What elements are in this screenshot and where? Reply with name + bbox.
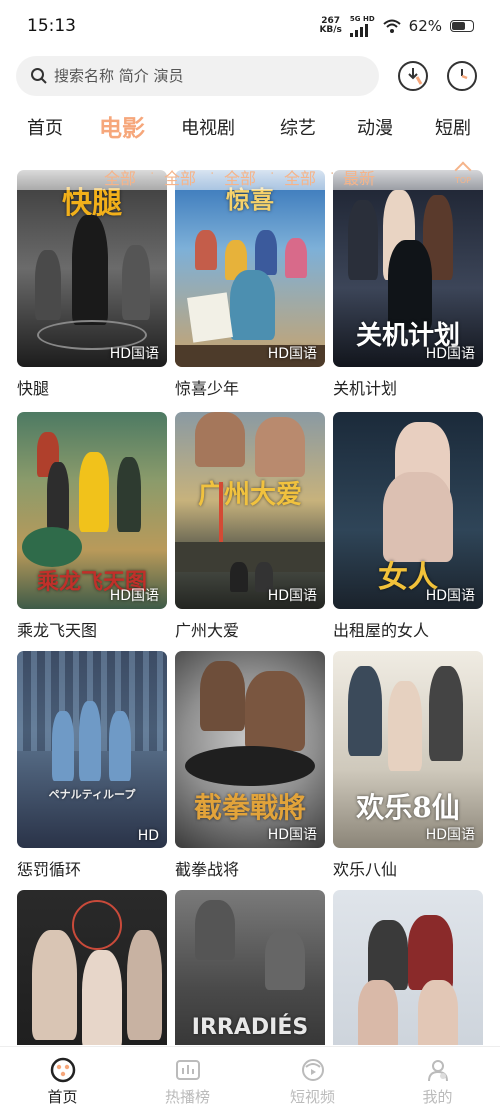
short-video-icon	[300, 1057, 326, 1083]
filter-separator: ·	[330, 166, 335, 182]
movie-poster: 欢乐8仙 HD国语	[333, 651, 483, 848]
bottom-nav-label: 短视频	[289, 1088, 335, 1106]
filter-all-4[interactable]: 全部	[284, 165, 316, 189]
bottom-nav-hot[interactable]: 热播榜	[125, 1047, 250, 1115]
movie-poster: IRRADIÉS	[175, 890, 325, 1045]
movie-card[interactable]: 截拳戰將 HD国语 截拳战将	[175, 651, 325, 880]
bottom-nav-label: 热播榜	[164, 1088, 210, 1106]
wifi-icon	[382, 19, 401, 33]
movie-card[interactable]: 女人 HD国语 出租屋的女人	[333, 412, 483, 641]
quality-badge: HD国语	[267, 827, 317, 843]
poster-title-art: ペナルティループ	[48, 788, 136, 801]
movie-card[interactable]: 乘龙飞天图 HD国语 乘龙飞天图	[17, 412, 167, 641]
movie-title: 乘龙飞天图	[17, 621, 98, 640]
filter-all-3[interactable]: 全部	[224, 165, 256, 189]
chart-icon	[175, 1057, 201, 1083]
poster-title-art: 截拳戰將	[193, 791, 306, 824]
search-icon	[31, 68, 47, 84]
tab-variety[interactable]: 综艺	[280, 114, 316, 140]
poster-title-art: IRRADIÉS	[191, 1015, 309, 1040]
movie-poster	[17, 890, 167, 1045]
movie-poster: 快腿 HD国语	[17, 170, 167, 367]
history-icon[interactable]	[447, 61, 477, 91]
network-speed-unit: KB/s	[319, 25, 342, 35]
movie-card[interactable]: ペナルティループ HD 惩罚循环	[17, 651, 167, 880]
bottom-nav: 首页 热播榜 短视频 我的	[0, 1046, 500, 1115]
movie-title: 惊喜少年	[175, 379, 240, 398]
battery-percent: 62%	[408, 17, 442, 35]
filter-separator: ·	[210, 166, 215, 182]
quality-badge: HD	[137, 828, 159, 844]
signal-icon	[349, 23, 368, 37]
profile-icon	[425, 1057, 451, 1083]
status-time: 15:13	[27, 16, 76, 36]
movie-card[interactable]: 惊喜 HD国语 惊喜少年	[175, 170, 325, 399]
quality-badge: HD国语	[425, 588, 475, 604]
status-bar: 15:13 267 KB/s 5G HD 62%	[0, 0, 500, 52]
movie-card[interactable]: 关机计划 HD国语 关机计划	[333, 170, 483, 399]
poster-title-art: 欢乐8仙	[356, 791, 460, 824]
quality-badge: HD国语	[267, 588, 317, 604]
movie-card[interactable]	[17, 890, 167, 1045]
movie-title: 关机计划	[333, 379, 398, 398]
movie-poster: ペナルティループ HD	[17, 651, 167, 848]
home-icon	[50, 1057, 76, 1083]
tab-short-drama[interactable]: 短剧	[435, 114, 471, 140]
signal-group: 5G HD	[349, 15, 375, 37]
search-row	[16, 55, 486, 97]
movie-grid: 快腿 HD国语 快腿 惊喜 HD国语 惊喜少年 关机计划 HD国语 关机计划 乘…	[0, 170, 500, 1045]
bottom-nav-home[interactable]: 首页	[0, 1047, 125, 1115]
scroll-top-button[interactable]: TOP	[449, 161, 477, 188]
filter-row: 全部 · 全部 · 全部 · 全部 · 最新 TOP	[0, 160, 500, 190]
tab-tv-series[interactable]: 电视剧	[181, 114, 235, 140]
tab-anime[interactable]: 动漫	[357, 114, 393, 140]
network-speed: 267 KB/s	[319, 17, 341, 35]
filter-separator: ·	[270, 166, 275, 182]
filter-all-2[interactable]: 全部	[164, 165, 196, 189]
movie-poster: 广州大爱 HD国语	[175, 412, 325, 609]
movie-title: 欢乐八仙	[333, 860, 398, 879]
movie-poster: 女人 HD国语	[333, 412, 483, 609]
bottom-nav-label: 首页	[47, 1088, 78, 1106]
quality-badge: HD国语	[109, 346, 159, 362]
movie-title: 截拳战将	[175, 860, 240, 879]
bottom-nav-label: 我的	[422, 1088, 453, 1106]
movie-title: 惩罚循环	[17, 860, 82, 879]
search-input[interactable]	[54, 67, 354, 85]
tab-home[interactable]: 首页	[27, 114, 63, 140]
movie-card[interactable]: 欢乐8仙 HD国语 欢乐八仙	[333, 651, 483, 880]
movie-poster: 惊喜 HD国语	[175, 170, 325, 367]
movie-card[interactable]: 广州大爱 HD国语 广州大爱	[175, 412, 325, 641]
quality-badge: HD国语	[267, 346, 317, 362]
movie-poster: 乘龙飞天图 HD国语	[17, 412, 167, 609]
network-label: 5G HD	[349, 15, 375, 23]
movie-card[interactable]: IRRADIÉS	[175, 890, 325, 1045]
bottom-nav-short-video[interactable]: 短视频	[250, 1047, 375, 1115]
movie-title: 快腿	[17, 379, 50, 398]
tab-movies[interactable]: 电影	[99, 109, 145, 143]
poster-title-art: 广州大爱	[197, 480, 302, 510]
movie-poster: 关机计划 HD国语	[333, 170, 483, 367]
movie-card[interactable]	[333, 890, 483, 1045]
movie-card[interactable]: 快腿 HD国语 快腿	[17, 170, 167, 399]
status-indicators: 267 KB/s 5G HD 62%	[319, 15, 474, 37]
quality-badge: HD国语	[425, 827, 475, 843]
search-box[interactable]	[16, 56, 379, 96]
battery-icon	[450, 20, 474, 32]
quality-badge: HD国语	[109, 588, 159, 604]
movie-poster	[333, 890, 483, 1045]
filter-latest[interactable]: 最新	[343, 165, 375, 189]
bottom-nav-profile[interactable]: 我的	[375, 1047, 500, 1115]
filter-all-1[interactable]: 全部	[104, 165, 136, 189]
category-tabs: 首页 电影 电视剧 综艺 动漫 短剧	[0, 108, 500, 144]
download-icon[interactable]	[398, 61, 428, 91]
filter-separator: ·	[150, 166, 155, 182]
movie-title: 广州大爱	[175, 621, 240, 640]
quality-badge: HD国语	[425, 346, 475, 362]
movie-title: 出租屋的女人	[333, 621, 430, 640]
movie-poster: 截拳戰將 HD国语	[175, 651, 325, 848]
